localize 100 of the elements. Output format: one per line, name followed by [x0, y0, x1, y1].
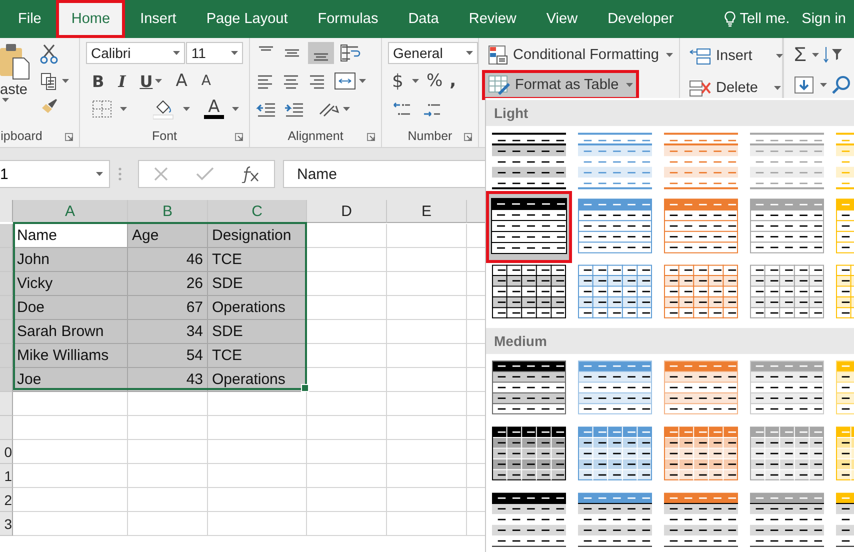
- caret-icon: [776, 54, 784, 58]
- sign-in-link[interactable]: Sign in: [802, 11, 846, 27]
- table-brush-icon[interactable]: [488, 75, 510, 95]
- ribbon-tab[interactable]: Formulas: [302, 0, 394, 38]
- dialog-launcher-icon[interactable]: [367, 133, 375, 141]
- row-header[interactable]: 1: [0, 464, 13, 488]
- ribbon-tab[interactable]: Data: [393, 0, 454, 38]
- gallery-section-heading: Light: [494, 105, 528, 121]
- column-header[interactable]: C: [208, 200, 307, 224]
- row-header[interactable]: 0: [0, 440, 13, 464]
- row-header[interactable]: 3: [0, 512, 13, 536]
- table-cell: 43: [128, 368, 208, 392]
- paste-label[interactable]: aste: [0, 82, 28, 98]
- table-cell: Sarah Brown: [13, 320, 128, 344]
- insert-cells-button[interactable]: Insert: [686, 44, 786, 68]
- decrease-font-button[interactable]: A: [201, 73, 211, 89]
- font-color-button[interactable]: A: [208, 99, 220, 115]
- insert-function-icon[interactable]: [240, 165, 260, 183]
- italic-button[interactable]: I: [118, 72, 126, 90]
- tell-me-link[interactable]: Tell me.: [740, 11, 790, 27]
- number-format-dropdown[interactable]: General: [388, 42, 478, 64]
- increase-font-button[interactable]: A: [176, 71, 188, 91]
- increase-decimal-icon[interactable]: [392, 100, 412, 118]
- caret-icon: [820, 83, 827, 87]
- column-header[interactable]: E: [387, 200, 467, 223]
- table-style-swatch[interactable]: [750, 132, 824, 190]
- font-family-dropdown[interactable]: Calibri: [86, 42, 186, 64]
- table-cell: Doe: [13, 296, 128, 320]
- percent-button[interactable]: %: [426, 71, 443, 91]
- conditional-formatting-icon[interactable]: [488, 45, 508, 65]
- font-size-dropdown[interactable]: 11: [186, 42, 243, 64]
- table-style-swatch[interactable]: [664, 198, 738, 256]
- caret-icon: [231, 51, 238, 55]
- paintbrush-icon[interactable]: [40, 98, 58, 114]
- table-style-swatch[interactable]: [492, 492, 566, 550]
- ribbon-tab[interactable]: Developer: [592, 0, 689, 38]
- column-header[interactable]: B: [128, 200, 208, 224]
- borders-icon[interactable]: [92, 100, 112, 118]
- ribbon-tab[interactable]: Insert: [125, 0, 192, 38]
- table-style-swatch[interactable]: [578, 492, 652, 550]
- bold-button[interactable]: B: [92, 72, 104, 90]
- table-cell: Joe: [13, 368, 128, 392]
- column-header[interactable]: D: [307, 200, 387, 223]
- table-cell: 67: [128, 296, 208, 320]
- group-label: ipboard: [0, 129, 42, 143]
- table-style-swatch[interactable]: [664, 132, 738, 190]
- insert-cells-icon[interactable]: [689, 47, 711, 65]
- copy-icon[interactable]: [40, 72, 58, 90]
- table-style-swatch[interactable]: [664, 492, 738, 550]
- table-style-swatch[interactable]: [578, 132, 652, 190]
- table-style-swatch[interactable]: [491, 198, 567, 256]
- table-style-swatch[interactable]: [492, 132, 566, 190]
- table-cell: SDE: [208, 272, 307, 296]
- align-center-icon[interactable]: [282, 73, 300, 89]
- caret-icon: [232, 107, 239, 111]
- name-box[interactable]: 1: [0, 160, 110, 188]
- table-style-swatch[interactable]: [750, 198, 824, 256]
- merge-center-icon[interactable]: [334, 72, 356, 90]
- increase-indent-icon[interactable]: [284, 101, 304, 117]
- ribbon-tab[interactable]: Review: [454, 0, 532, 38]
- table-style-swatch[interactable]: [578, 198, 652, 256]
- delete-cells-icon[interactable]: [689, 79, 711, 97]
- caret-icon: [96, 172, 103, 176]
- autosum-button[interactable]: Σ: [794, 44, 806, 66]
- dialog-launcher-icon[interactable]: [65, 133, 73, 141]
- dialog-launcher-icon[interactable]: [235, 133, 243, 141]
- ribbon-tab[interactable]: View: [531, 0, 593, 38]
- conditional-formatting-button[interactable]: Conditional Formatting: [482, 40, 679, 70]
- underline-button[interactable]: U: [140, 72, 153, 90]
- fill-color-icon[interactable]: [153, 98, 175, 120]
- dialog-launcher-icon[interactable]: [464, 133, 472, 141]
- ribbon-tab[interactable]: File: [3, 0, 56, 38]
- format-as-table-button[interactable]: Format as Table: [482, 70, 639, 100]
- column-header[interactable]: A: [13, 200, 128, 224]
- caret-icon: [173, 51, 180, 55]
- search-icon[interactable]: [831, 75, 851, 95]
- caret-icon: [2, 98, 9, 102]
- sort-filter-icon[interactable]: [823, 45, 844, 65]
- caret-icon: [183, 107, 190, 111]
- ribbon-tab[interactable]: Page Layout: [191, 0, 303, 38]
- align-left-icon[interactable]: [256, 73, 274, 89]
- row-header[interactable]: 2: [0, 488, 13, 512]
- table-style-swatch[interactable]: [750, 492, 824, 550]
- table-cell: Vicky: [13, 272, 128, 296]
- decrease-indent-icon[interactable]: [256, 101, 276, 117]
- fill-down-icon[interactable]: [794, 76, 814, 94]
- table-cell: Age: [128, 224, 208, 248]
- wrap-text-icon[interactable]: [340, 44, 362, 62]
- align-right-icon[interactable]: [308, 73, 326, 89]
- comma-button[interactable]: ,: [450, 71, 456, 91]
- paste-icon[interactable]: [0, 42, 30, 80]
- table-cell: Designation: [208, 224, 307, 248]
- caret-icon: [812, 53, 820, 57]
- table-cell: TCE: [208, 248, 307, 272]
- scissors-icon[interactable]: [40, 44, 58, 64]
- currency-button[interactable]: $: [392, 70, 404, 92]
- lightbulb-icon[interactable]: [724, 11, 736, 27]
- ribbon-tab[interactable]: Home: [56, 0, 126, 38]
- delete-cells-button[interactable]: Delete: [686, 76, 784, 100]
- drag-handle-icon[interactable]: [118, 167, 122, 181]
